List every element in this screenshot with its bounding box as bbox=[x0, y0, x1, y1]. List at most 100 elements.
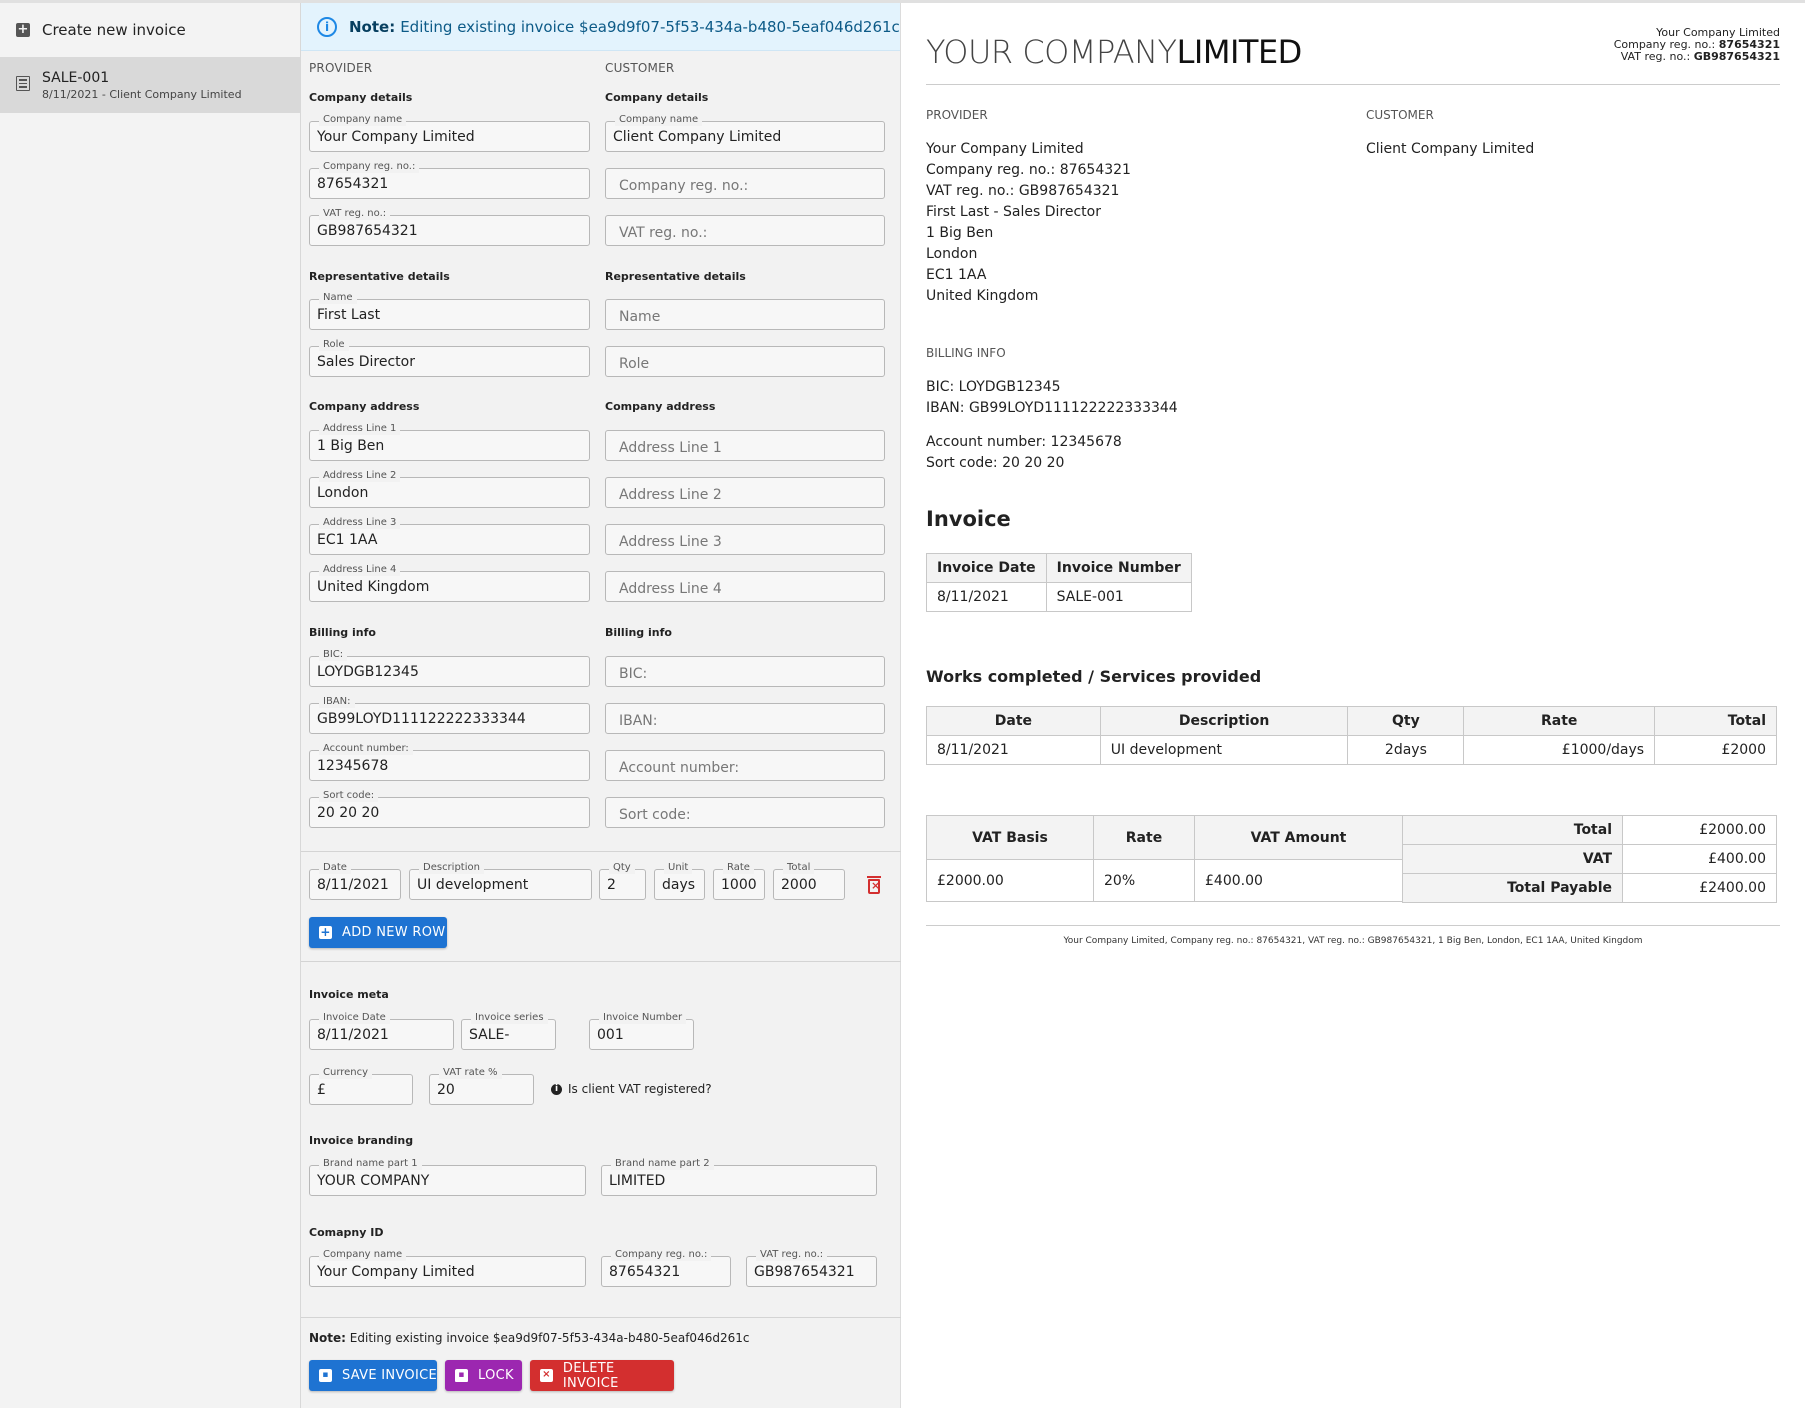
row-rate-field[interactable]: Rate 1000 bbox=[713, 861, 765, 900]
provider-iban-field[interactable]: IBAN: GB99LOYD111122222333344 bbox=[309, 695, 590, 734]
trash-icon: × bbox=[540, 1369, 553, 1382]
customer-address-line2-field[interactable]: Address Line 2 bbox=[605, 477, 885, 508]
field-label: Company name bbox=[615, 113, 703, 126]
field-value: 001 bbox=[597, 1027, 624, 1043]
add-new-row-button[interactable]: + ADD NEW ROW bbox=[309, 917, 447, 948]
provider-billing-heading: Billing info bbox=[309, 626, 376, 639]
field-label: Role bbox=[319, 338, 349, 351]
customer-vat-reg-field[interactable]: VAT reg. no.: bbox=[605, 215, 885, 246]
provider-address-line2-field[interactable]: Address Line 2 London bbox=[309, 469, 590, 508]
lock-button[interactable]: ▪ LOCK bbox=[445, 1360, 522, 1391]
customer-rep-name-field[interactable]: Name bbox=[605, 299, 885, 330]
vat-registered-toggle[interactable]: i Is client VAT registered? bbox=[551, 1082, 712, 1096]
note-label: Note: bbox=[309, 1331, 346, 1345]
customer-bic-field[interactable]: BIC: bbox=[605, 656, 885, 687]
field-value: SALE- bbox=[469, 1027, 510, 1043]
plus-square-icon: + bbox=[16, 22, 30, 37]
preview-billing-label: BILLING INFO bbox=[926, 346, 1006, 360]
delete-invoice-label: DELETE INVOICE bbox=[562, 1360, 619, 1391]
company-id-vat-field[interactable]: VAT reg. no.: GB987654321 bbox=[746, 1248, 877, 1287]
field-label: Address Line 3 bbox=[319, 516, 401, 529]
divider bbox=[301, 961, 901, 962]
add-new-row-label: ADD NEW ROW bbox=[342, 925, 446, 940]
provider-address-line1-field[interactable]: Address Line 1 1 Big Ben bbox=[309, 422, 590, 461]
field-label: Qty bbox=[609, 861, 635, 874]
footer-divider bbox=[926, 925, 1780, 926]
provider-vat-reg-field[interactable]: VAT reg. no.: GB987654321 bbox=[309, 207, 590, 246]
provider-company-details-heading: Company details bbox=[309, 91, 413, 104]
create-invoice-button[interactable]: + Create new invoice bbox=[0, 3, 300, 57]
field-value: £ bbox=[317, 1082, 326, 1098]
sidebar: + Create new invoice SALE-001 8/11/2021 … bbox=[0, 3, 301, 1408]
row-description-field[interactable]: Description UI development bbox=[409, 861, 592, 900]
works-table: Date Description Qty Rate Total 8/11/202… bbox=[926, 706, 1777, 765]
provider-bic-field[interactable]: BIC: LOYDGB12345 bbox=[309, 648, 590, 687]
customer-iban-field[interactable]: IBAN: bbox=[605, 703, 885, 734]
field-placeholder: Account number: bbox=[619, 760, 740, 776]
customer-sort-code-field[interactable]: Sort code: bbox=[605, 797, 885, 828]
customer-address-line1-field[interactable]: Address Line 1 bbox=[605, 430, 885, 461]
brand-part2: LIMITED bbox=[1176, 33, 1303, 71]
provider-address-line3-field[interactable]: Address Line 3 EC1 1AA bbox=[309, 516, 590, 555]
company-id-reg-field[interactable]: Company reg. no.: 87654321 bbox=[601, 1248, 731, 1287]
field-label: Invoice series bbox=[471, 1011, 548, 1024]
field-value: days bbox=[662, 877, 696, 893]
field-value: LIMITED bbox=[609, 1173, 666, 1189]
billing-line: BIC: LOYDGB12345 bbox=[926, 379, 1061, 395]
row-total-field[interactable]: Total 2000 bbox=[773, 861, 845, 900]
provider-heading: PROVIDER bbox=[309, 61, 373, 75]
vat-registered-label: Is client VAT registered? bbox=[568, 1082, 712, 1096]
provider-company-reg-field[interactable]: Company reg. no.: 87654321 bbox=[309, 160, 590, 199]
brand-part2-field[interactable]: Brand name part 2 LIMITED bbox=[601, 1157, 877, 1196]
invoice-date-field[interactable]: Invoice Date 8/11/2021 bbox=[309, 1011, 454, 1050]
company-id-name-field[interactable]: Company name Your Company Limited bbox=[309, 1248, 586, 1287]
total-value: £2000.00 bbox=[1622, 815, 1777, 845]
invoice-meta-heading: Invoice meta bbox=[309, 988, 389, 1001]
floppy-disk-icon: ▪ bbox=[319, 1369, 332, 1382]
customer-company-reg-field[interactable]: Company reg. no.: bbox=[605, 168, 885, 199]
preview-footer: Your Company Limited, Company reg. no.: … bbox=[1063, 936, 1643, 946]
invoice-series-field[interactable]: Invoice series SALE- bbox=[461, 1011, 556, 1050]
save-invoice-label: SAVE INVOICE bbox=[342, 1368, 437, 1383]
invoice-number-field[interactable]: Invoice Number 001 bbox=[589, 1011, 694, 1050]
customer-account-number-field[interactable]: Account number: bbox=[605, 750, 885, 781]
table-header: Description bbox=[1099, 706, 1349, 736]
save-invoice-button[interactable]: ▪ SAVE INVOICE bbox=[309, 1360, 437, 1391]
note-banner: i Note: Editing existing invoice $ea9d9f… bbox=[301, 3, 900, 51]
customer-address-line3-field[interactable]: Address Line 3 bbox=[605, 524, 885, 555]
provider-line: First Last - Sales Director bbox=[926, 204, 1101, 220]
row-unit-field[interactable]: Unit days bbox=[654, 861, 705, 900]
vat-rate-field[interactable]: VAT rate % 20 bbox=[429, 1066, 534, 1105]
customer-company-name-field[interactable]: Company name Client Company Limited bbox=[605, 113, 885, 152]
provider-sort-code-field[interactable]: Sort code: 20 20 20 bbox=[309, 789, 590, 828]
field-value: Your Company Limited bbox=[317, 129, 475, 145]
field-label: Address Line 1 bbox=[319, 422, 401, 435]
brand-title: YOUR COMPANYLIMITED bbox=[926, 33, 1302, 71]
row-qty-field[interactable]: Qty 2 bbox=[599, 861, 646, 900]
field-value: 2 bbox=[607, 877, 616, 893]
field-value: UI development bbox=[417, 877, 529, 893]
works-title: Works completed / Services provided bbox=[926, 667, 1262, 686]
provider-rep-role-field[interactable]: Role Sales Director bbox=[309, 338, 590, 377]
brand-part1-field[interactable]: Brand name part 1 YOUR COMPANY bbox=[309, 1157, 586, 1196]
provider-address-line4-field[interactable]: Address Line 4 United Kingdom bbox=[309, 563, 590, 602]
sidebar-invoice-item[interactable]: SALE-001 8/11/2021 - Client Company Limi… bbox=[0, 57, 300, 113]
customer-address-line4-field[interactable]: Address Line 4 bbox=[605, 571, 885, 602]
row-date-field[interactable]: Date 8/11/2021 bbox=[309, 861, 401, 900]
delete-invoice-button[interactable]: × DELETE INVOICE bbox=[530, 1360, 674, 1391]
provider-address-heading: Company address bbox=[309, 400, 420, 413]
field-value: YOUR COMPANY bbox=[317, 1173, 430, 1189]
provider-account-number-field[interactable]: Account number: 12345678 bbox=[309, 742, 590, 781]
field-placeholder: VAT reg. no.: bbox=[619, 225, 708, 241]
delete-row-trash-icon[interactable] bbox=[867, 876, 881, 894]
provider-company-name-field[interactable]: Company name Your Company Limited bbox=[309, 113, 590, 152]
field-value: Your Company Limited bbox=[317, 1264, 475, 1280]
customer-billing-heading: Billing info bbox=[605, 626, 672, 639]
provider-line: United Kingdom bbox=[926, 288, 1039, 304]
customer-rep-role-field[interactable]: Role bbox=[605, 346, 885, 377]
total-payable-value: £2400.00 bbox=[1622, 873, 1777, 903]
vat-table: VAT Basis Rate VAT Amount £2000.00 20% £… bbox=[926, 815, 1403, 902]
currency-field[interactable]: Currency £ bbox=[309, 1066, 413, 1105]
company-id-heading: Comapny ID bbox=[309, 1226, 384, 1239]
provider-rep-name-field[interactable]: Name First Last bbox=[309, 291, 590, 330]
